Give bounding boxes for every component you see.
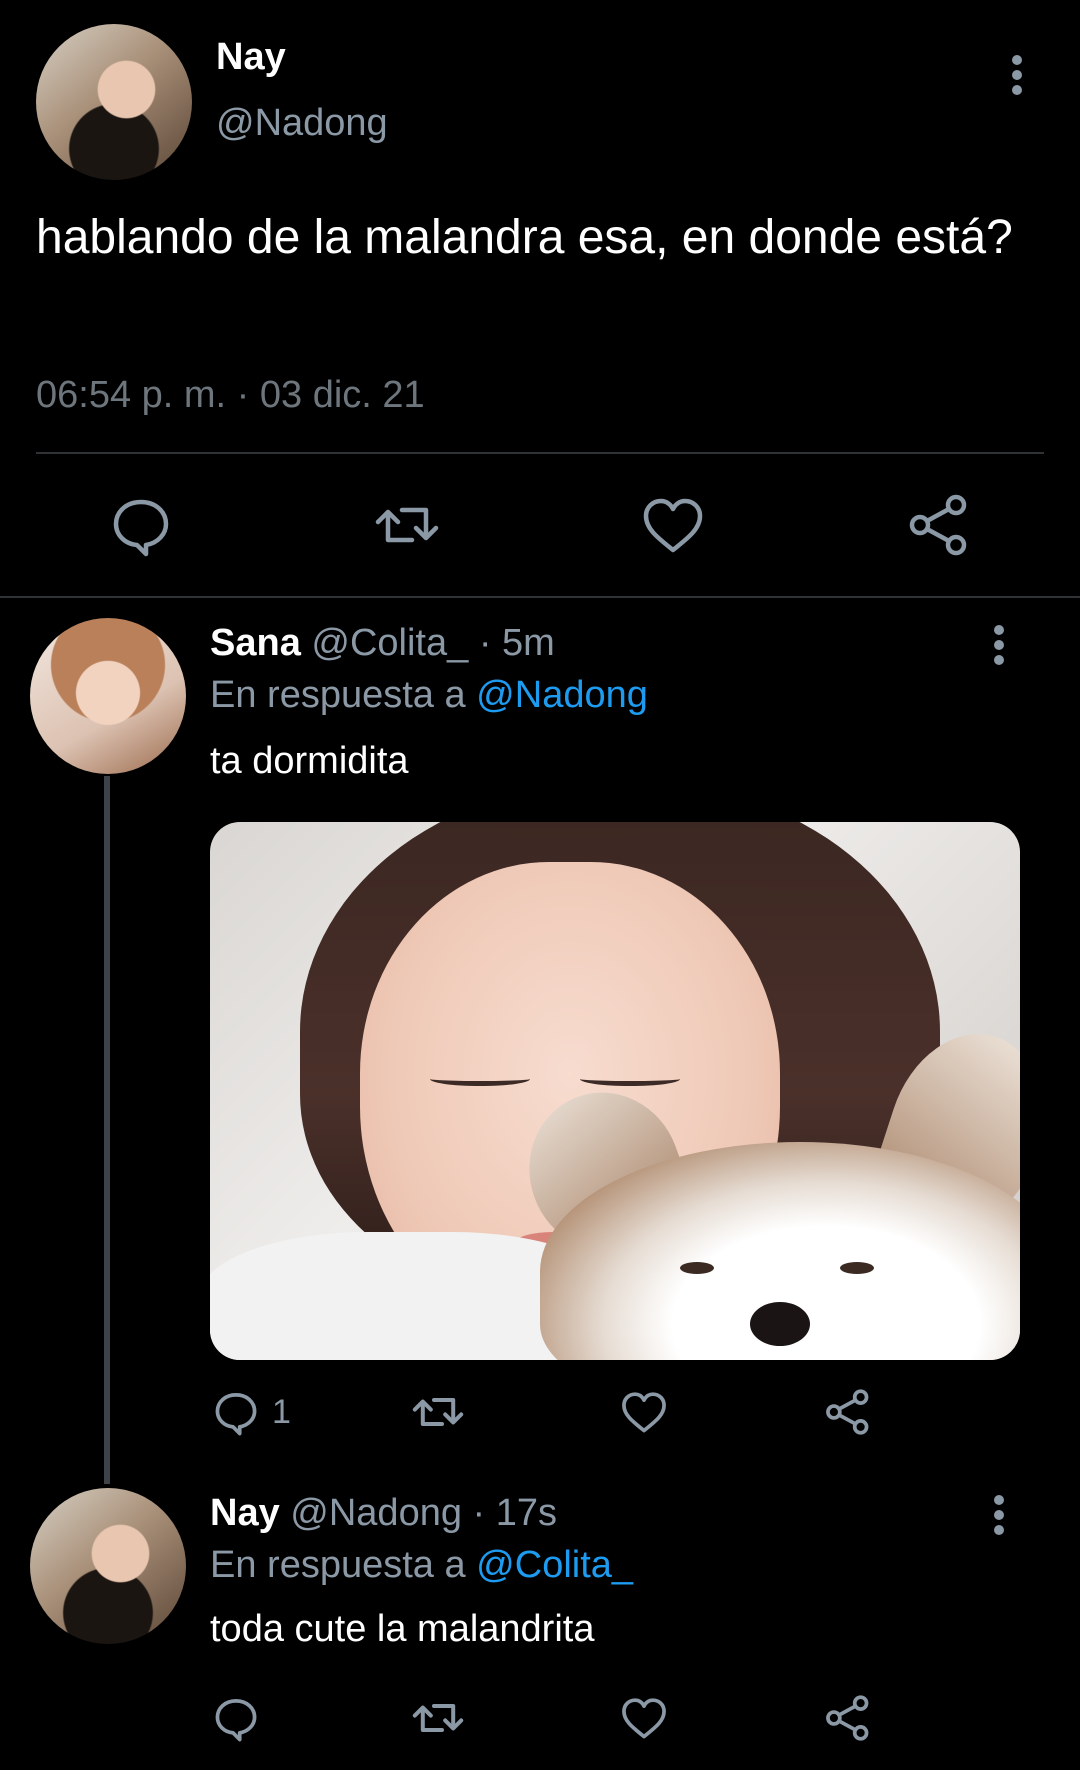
reply-header: Nay @Nadong · 17s: [210, 1492, 557, 1535]
separator: ·: [472, 1492, 486, 1534]
author-handle[interactable]: @Nadong: [290, 1492, 462, 1534]
reply-context: En respuesta a @Colita_: [210, 1544, 633, 1587]
reply-prefix: En respuesta a: [210, 1544, 466, 1586]
retweet-icon[interactable]: [410, 1690, 466, 1746]
tweet-action-bar: [210, 1690, 910, 1746]
reply-icon[interactable]: [210, 1690, 262, 1746]
reply-tweet: Nay @Nadong · 17s En respuesta a @Colita…: [0, 0, 1080, 1770]
author-name[interactable]: Nay: [210, 1492, 280, 1534]
avatar[interactable]: [30, 1488, 186, 1644]
tweet-time[interactable]: 17s: [496, 1492, 557, 1534]
more-vertical-icon[interactable]: [982, 1490, 1016, 1540]
share-icon[interactable]: [822, 1690, 874, 1746]
mention-link[interactable]: @Colita_: [476, 1544, 633, 1586]
tweet-thread-page: Nay @Nadong hablando de la malandra esa,…: [0, 0, 1080, 1770]
like-icon[interactable]: [618, 1690, 670, 1746]
tweet-text: toda cute la malandrita: [210, 1608, 595, 1650]
